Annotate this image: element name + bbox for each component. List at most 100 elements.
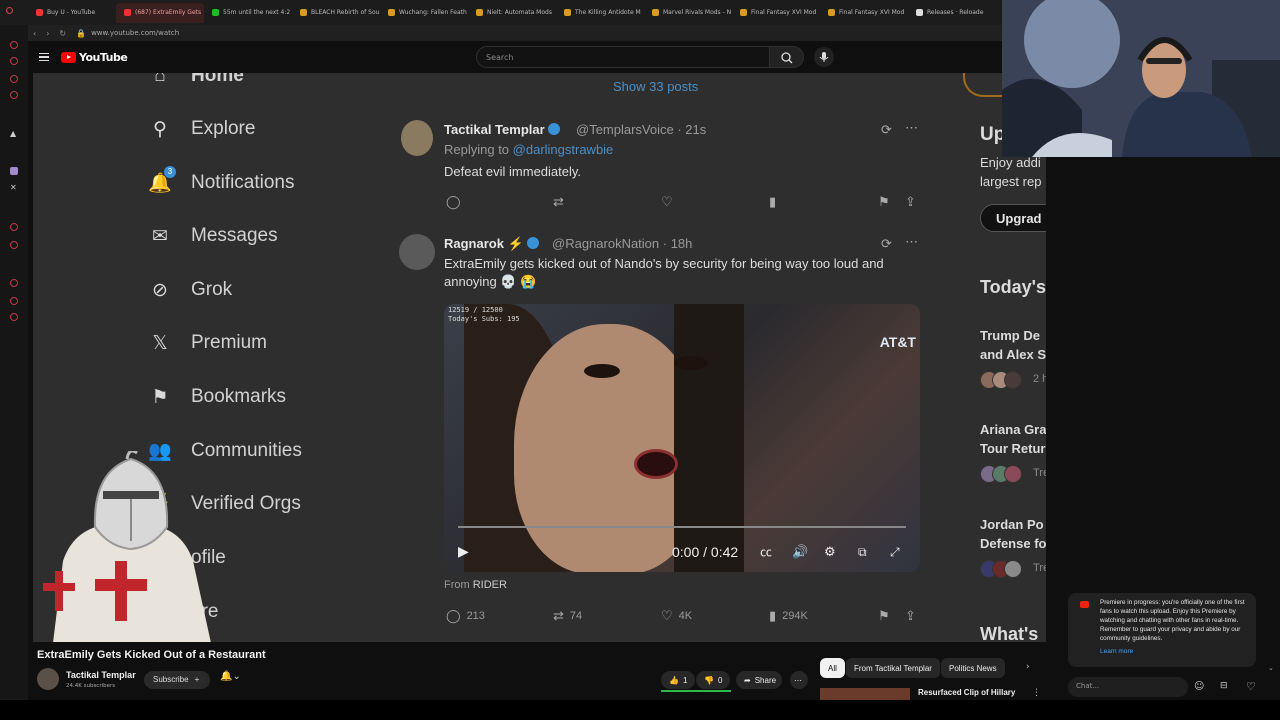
sidebar-app-icon[interactable] — [10, 57, 18, 65]
trending-headline[interactable]: Jordan Po — [980, 517, 1044, 532]
whats-happening-title: What's — [980, 624, 1039, 642]
like-button[interactable]: 👍 1 — [661, 671, 695, 689]
video-progress-bar[interactable] — [458, 526, 906, 528]
filter-chip[interactable]: All — [820, 658, 845, 678]
browser-tab[interactable]: Marvel Rivals Mods - N — [644, 3, 732, 23]
filter-chip[interactable]: Politics News — [941, 658, 1005, 678]
repost-icon[interactable]: ⇄ — [553, 194, 564, 210]
emoji-icon[interactable]: ☺ — [1194, 681, 1204, 692]
repost-action[interactable]: ⇄ 74 — [553, 608, 582, 624]
chevron-right-icon[interactable]: › — [1026, 662, 1030, 672]
heart-icon[interactable]: ♡ — [1246, 680, 1256, 693]
tweet-avatar[interactable] — [401, 120, 433, 156]
filter-chip[interactable]: From Tactikal Templar — [846, 658, 940, 678]
reply-mention-link[interactable]: @darlingstrawbie — [513, 142, 614, 157]
hamburger-menu-icon[interactable] — [39, 53, 49, 61]
share-icon[interactable]: ⇪ — [905, 608, 916, 624]
fullscreen-icon[interactable]: ⤢ — [890, 545, 900, 560]
channel-name[interactable]: Tactikal Templar — [66, 670, 136, 680]
x-nav-item-explore[interactable]: ⚲ Explore — [149, 118, 255, 140]
sidebar-app-icon[interactable] — [10, 279, 18, 287]
subscribe-button[interactable]: Subscribe + — [144, 671, 210, 689]
x-nav-item-messages[interactable]: ✉ Messages — [149, 225, 278, 247]
reload-icon[interactable]: ↻ — [59, 29, 66, 38]
video-player[interactable]: ⌂ Home ⚲ Explore 🔔 Notifications ✉ Messages ⊘ Gro… — [33, 73, 1046, 642]
sidebar-app-icon[interactable] — [10, 223, 18, 231]
volume-icon[interactable]: 🔊 — [792, 545, 808, 560]
browser-tab[interactable]: 55m until the next 4:2 — [204, 3, 292, 23]
more-options-icon[interactable]: ⋯ — [905, 120, 918, 136]
source-link[interactable]: RIDER — [473, 579, 507, 591]
views-action[interactable]: ▮ 294K — [769, 608, 808, 624]
show-posts-link[interactable]: Show 33 posts — [613, 79, 698, 94]
browser-tab[interactable]: Final Fantasy XVI Mod — [820, 3, 908, 23]
sidebar-app-icon[interactable] — [10, 313, 18, 321]
sidebar-app-icon[interactable] — [10, 41, 18, 49]
recommended-title[interactable]: Resurfaced Clip of Hillary — [918, 688, 1015, 697]
voice-search-button[interactable] — [814, 47, 834, 67]
browser-tab[interactable]: Nielt: Automata Mods — [468, 3, 556, 23]
learn-more-link[interactable]: Learn more — [1100, 647, 1248, 656]
dislike-button[interactable]: 👎 0 — [696, 671, 730, 689]
browser-tab[interactable]: Wuchang: Fallen Feath — [380, 3, 468, 23]
like-action[interactable]: ♡ 4K — [661, 608, 692, 624]
settings-gear-icon[interactable]: ⚙ — [824, 545, 836, 560]
search-button[interactable] — [770, 46, 804, 68]
x-nav-item-home[interactable]: ⌂ Home — [149, 73, 244, 87]
sidebar-x-icon[interactable]: ✕ — [10, 183, 17, 192]
notification-bell-icon[interactable]: 🔔⌄ — [220, 671, 241, 682]
recommended-thumbnail[interactable] — [820, 688, 910, 700]
reply-action[interactable]: ◯ 213 — [446, 608, 485, 624]
more-options-icon[interactable]: ⋯ — [905, 234, 918, 250]
browser-tab[interactable]: Releases · Reloade — [908, 3, 996, 23]
trending-headline[interactable]: Defense fo — [980, 536, 1046, 551]
notification-badge: 3 — [164, 166, 176, 178]
back-icon[interactable]: ‹ — [33, 29, 36, 38]
upgrade-button[interactable]: Upgrad — [980, 204, 1046, 232]
tweet-video[interactable]: 12519 / 12500 Today's Subs: 195 AT&T ▶ 0:… — [444, 304, 920, 572]
sidebar-app-icon[interactable]: ▲ — [10, 129, 16, 138]
sidebar-app-icon[interactable] — [10, 167, 18, 175]
x-nav-item-grok[interactable]: ⊘ Grok — [149, 279, 232, 301]
x-nav-item-premium[interactable]: 𝕏 Premium — [149, 332, 267, 354]
grok-icon[interactable]: ⟳ — [881, 236, 892, 252]
reply-icon[interactable]: ◯ — [446, 194, 461, 210]
trending-headline[interactable]: Ariana Gra — [980, 422, 1046, 437]
browser-tab[interactable]: Buy U - YouTube — [28, 3, 116, 23]
browser-tab[interactable]: Final Fantasy XVI Mod — [732, 3, 820, 23]
trending-headline[interactable]: and Alex S — [980, 347, 1046, 362]
forward-icon[interactable]: › — [46, 29, 49, 38]
sidebar-app-icon[interactable] — [10, 241, 18, 249]
bookmark-icon[interactable]: ⚑ — [878, 194, 890, 210]
chevron-down-icon[interactable]: ⌄ — [1268, 664, 1274, 672]
search-input[interactable]: Search — [476, 46, 770, 68]
browser-tab[interactable]: The Killing Antidote M — [556, 3, 644, 23]
x-nav-item-bookmarks[interactable]: ⚑ Bookmarks — [149, 386, 286, 408]
sidebar-app-icon[interactable] — [10, 297, 18, 305]
sidebar-app-icon[interactable] — [10, 91, 18, 99]
pip-icon[interactable]: ⧉ — [858, 545, 867, 560]
super-chat-icon[interactable]: ⊟ — [1220, 681, 1228, 691]
chat-input[interactable]: Chat... — [1068, 677, 1188, 697]
share-button[interactable]: ➦ Share — [736, 671, 782, 689]
trending-headline[interactable]: Trump De — [980, 328, 1040, 343]
browser-tab[interactable]: (687) ExtraEmily Gets — [116, 2, 204, 23]
tweet-avatar[interactable] — [399, 234, 435, 270]
share-icon[interactable]: ⇪ — [905, 194, 916, 210]
grok-icon[interactable]: ⟳ — [881, 122, 892, 138]
url-text[interactable]: www.youtube.com/watch — [91, 29, 179, 37]
bookmark-icon: ⚑ — [151, 386, 169, 408]
sidebar-app-icon[interactable] — [10, 75, 18, 83]
captions-icon[interactable]: ㏄ — [760, 543, 772, 560]
channel-avatar[interactable] — [37, 668, 59, 690]
more-actions-button[interactable]: ⋯ — [790, 671, 808, 689]
play-icon[interactable]: ▶ — [458, 544, 469, 560]
youtube-logo[interactable]: YouTube — [61, 51, 128, 64]
bookmark-icon[interactable]: ⚑ — [878, 608, 890, 624]
trending-headline[interactable]: Tour Retur — [980, 441, 1045, 456]
browser-tab[interactable]: BLEACH Rebirth of Sou — [292, 3, 380, 23]
like-icon[interactable]: ♡ — [661, 194, 673, 210]
window-control-icon[interactable] — [6, 7, 13, 14]
more-vert-icon[interactable]: ⋮ — [1032, 688, 1041, 698]
views-icon[interactable]: ▮ — [769, 194, 776, 210]
